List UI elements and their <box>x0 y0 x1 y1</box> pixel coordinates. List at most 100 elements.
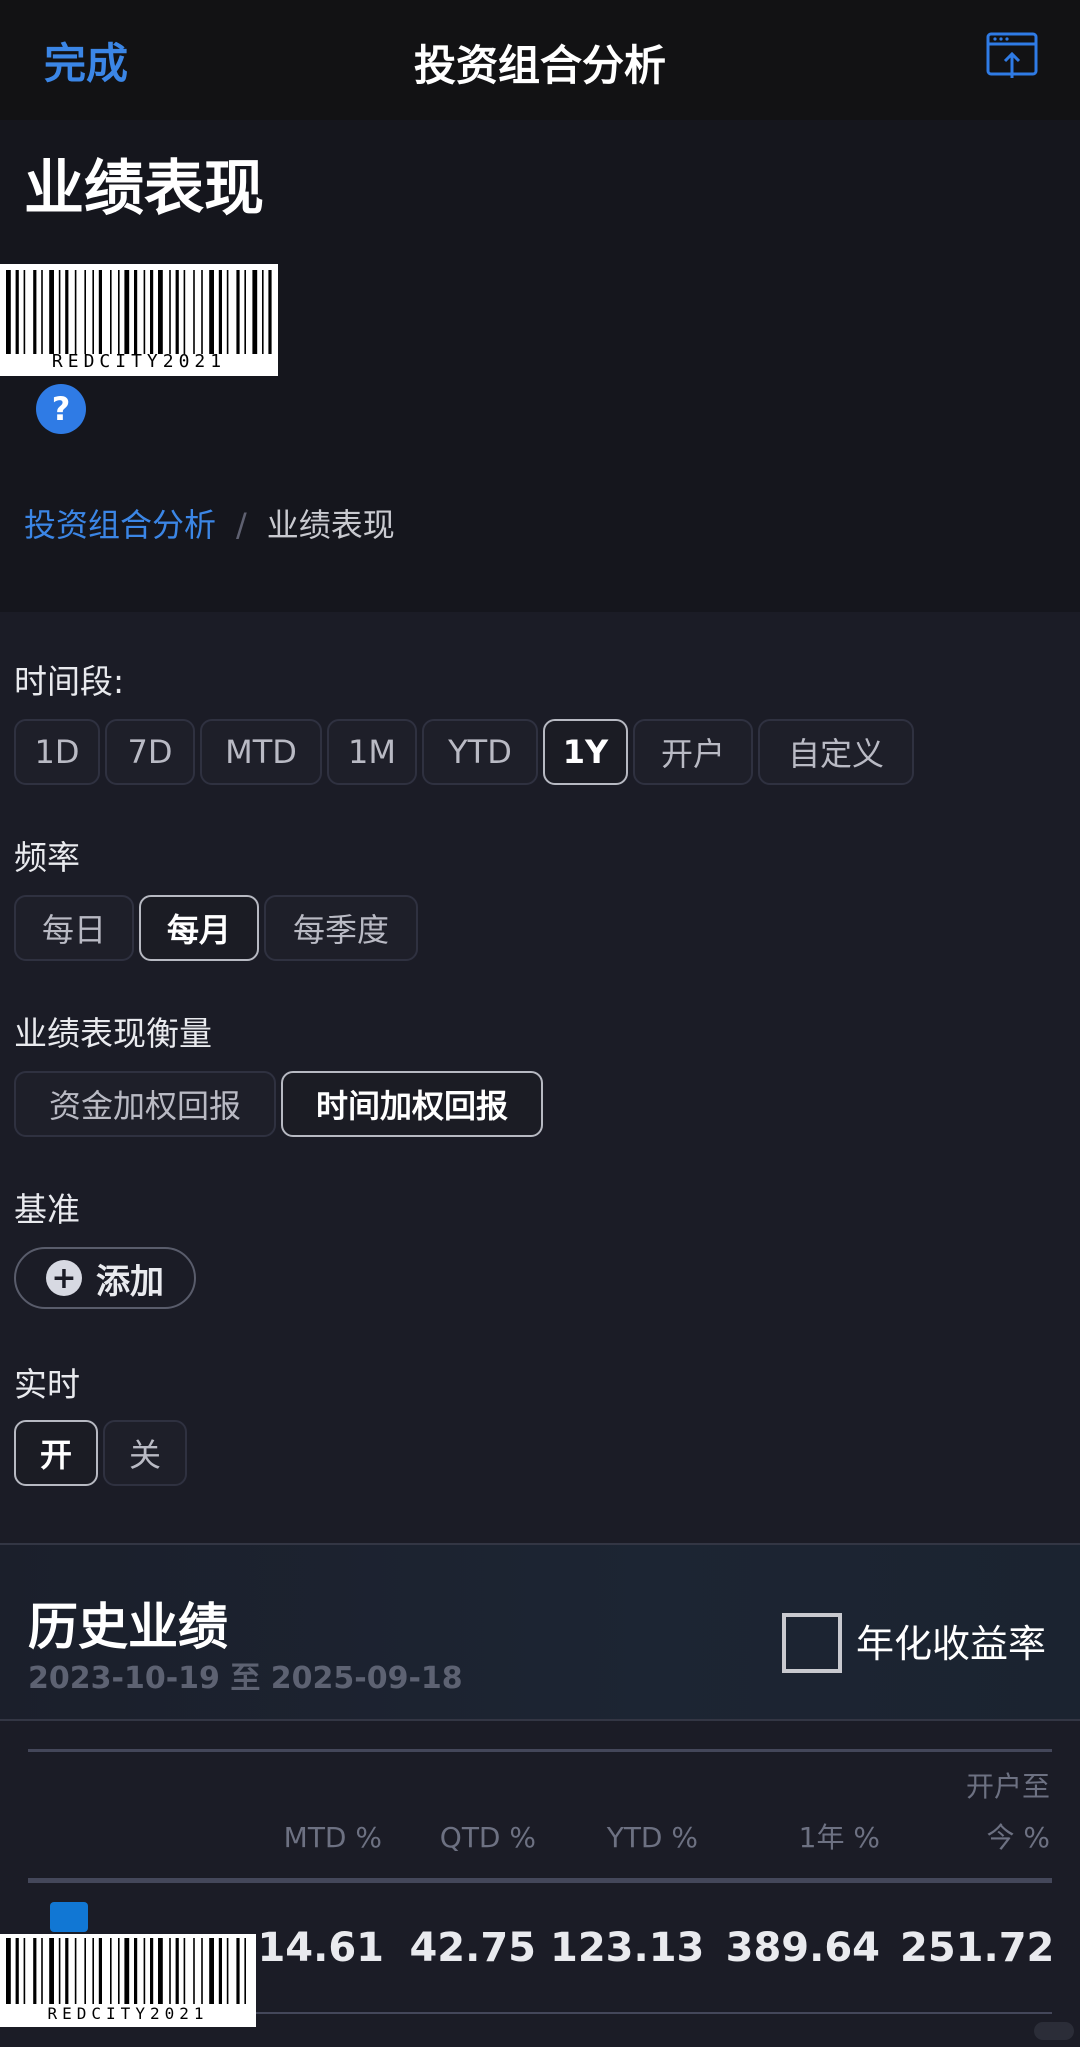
period-option-mtd[interactable]: MTD <box>200 719 322 785</box>
barcode-bar <box>92 1938 94 2004</box>
period-option-1m[interactable]: 1M <box>327 719 417 785</box>
barcode-bar <box>175 270 179 354</box>
help-icon[interactable]: ? <box>36 384 86 434</box>
breadcrumb: 投资组合分析 / 业绩表现 <box>24 500 395 546</box>
barcode-bar <box>49 1938 54 2004</box>
column-header-inception-line2[interactable]: 今 % <box>900 1817 1050 1859</box>
frequency-option-daily[interactable]: 每日 <box>14 895 134 961</box>
barcode-bar <box>84 270 86 354</box>
barcode-bar <box>268 270 272 354</box>
nav-title: 投资组合分析 <box>413 41 666 90</box>
barcode-bar <box>134 1938 138 2004</box>
barcode-bar <box>169 1938 171 2004</box>
barcode-bar <box>244 1938 246 2004</box>
barcode-bar <box>15 270 19 354</box>
column-header-mtd[interactable]: MTD % <box>270 1817 382 1859</box>
realtime-option-off[interactable]: 关 <box>103 1420 187 1486</box>
history-date-range: 2023-10-19 至 2025-09-18 <box>28 1661 463 1696</box>
period-option-1d[interactable]: 1D <box>14 719 100 785</box>
barcode-bar <box>158 1938 163 2004</box>
barcode-bar <box>6 1938 11 2004</box>
value-inception: 251.72 <box>900 1925 1055 1971</box>
barcode-bar <box>15 1938 19 2004</box>
barcode-bar <box>33 1938 37 2004</box>
period-option-custom[interactable]: 自定义 <box>758 719 914 785</box>
barcode-bar <box>23 270 26 354</box>
breadcrumb-separator: / <box>236 506 247 544</box>
barcode-bar <box>65 270 69 354</box>
barcode-bar <box>169 270 171 354</box>
column-header-inception-line1[interactable]: 开户至 <box>900 1766 1050 1808</box>
value-mtd: 14.61 <box>257 1925 384 1971</box>
barcode-bar <box>226 270 229 354</box>
barcode-bar <box>49 270 54 354</box>
column-header-1y[interactable]: 1年 % <box>740 1817 880 1859</box>
barcode-bar <box>262 270 264 354</box>
barcode-bar <box>201 270 203 354</box>
barcode-bar <box>143 270 146 354</box>
barcode-bar <box>143 1938 146 2004</box>
period-option-7d[interactable]: 7D <box>105 719 195 785</box>
barcode-bar <box>201 1938 203 2004</box>
annualized-checkbox[interactable] <box>782 1613 842 1673</box>
measure-option-money-weighted[interactable]: 资金加权回报 <box>14 1071 276 1137</box>
table-top-divider <box>28 1749 1052 1752</box>
barcode-bar <box>58 270 61 354</box>
barcode-bar <box>124 270 130 354</box>
barcode-bar <box>74 270 77 354</box>
barcode-bar <box>110 270 112 354</box>
page-title: 业绩表现 <box>24 154 264 224</box>
barcode-bar <box>41 270 43 354</box>
period-option-ytd[interactable]: YTD <box>422 719 538 785</box>
value-ytd: 123.13 <box>550 1925 705 1971</box>
barcode-bar <box>98 270 102 354</box>
frequency-option-monthly[interactable]: 每月 <box>139 895 259 961</box>
share-window-icon[interactable] <box>986 32 1038 82</box>
barcode-bar <box>124 1938 130 2004</box>
plus-circle-icon: + <box>46 1260 82 1296</box>
period-option-open[interactable]: 开户 <box>633 719 753 785</box>
barcode-bar <box>58 1938 61 2004</box>
barcode-bar <box>74 1938 77 2004</box>
table-header-divider <box>28 1878 1052 1883</box>
column-header-ytd[interactable]: YTD % <box>570 1817 698 1859</box>
barcode-bar <box>150 270 154 354</box>
annualized-label[interactable]: 年化收益率 <box>856 1613 1046 1668</box>
value-1y: 389.64 <box>725 1925 880 1971</box>
barcode-bar <box>118 1938 120 2004</box>
breadcrumb-current: 业绩表现 <box>266 506 395 544</box>
frequency-option-quarterly[interactable]: 每季度 <box>264 895 418 961</box>
barcode-bar <box>226 1938 229 2004</box>
add-benchmark-label: 添加 <box>96 1261 164 1302</box>
barcode-bar <box>33 270 37 354</box>
history-title: 历史业绩 <box>28 1598 228 1656</box>
barcode-bar <box>6 270 11 354</box>
barcode-bar <box>244 270 246 354</box>
column-header-qtd[interactable]: QTD % <box>420 1817 536 1859</box>
period-option-1y[interactable]: 1Y <box>543 719 628 785</box>
nav-bar: 完成 投资组合分析 <box>0 0 1080 120</box>
barcode-text: REDCITY2021 <box>51 351 227 372</box>
barcode-bar <box>134 270 138 354</box>
barcode-bar <box>84 1938 86 2004</box>
barcode-bar <box>118 270 120 354</box>
barcode-watermark-bottom: REDCITY2021 <box>0 1934 256 2027</box>
add-benchmark-button[interactable]: + 添加 <box>14 1247 196 1309</box>
value-qtd: 42.75 <box>409 1925 536 1971</box>
measure-option-time-weighted[interactable]: 时间加权回报 <box>281 1071 543 1137</box>
barcode-bar <box>65 1938 69 2004</box>
barcode-watermark: REDCITY2021 <box>0 264 278 376</box>
barcode-bar <box>183 270 186 354</box>
barcode-bar <box>175 1938 179 2004</box>
barcode-bar <box>209 270 214 354</box>
barcode-bar <box>150 1938 154 2004</box>
breadcrumb-portfolio-link[interactable]: 投资组合分析 <box>24 506 216 544</box>
barcode-bar <box>193 1938 195 2004</box>
barcode-bar <box>158 270 163 354</box>
realtime-option-on[interactable]: 开 <box>14 1420 98 1486</box>
period-label: 时间段: <box>14 662 125 701</box>
benchmark-label: 基准 <box>14 1190 80 1229</box>
barcode-bar <box>193 270 195 354</box>
barcode-bar <box>92 270 94 354</box>
barcode-bar <box>110 1938 112 2004</box>
